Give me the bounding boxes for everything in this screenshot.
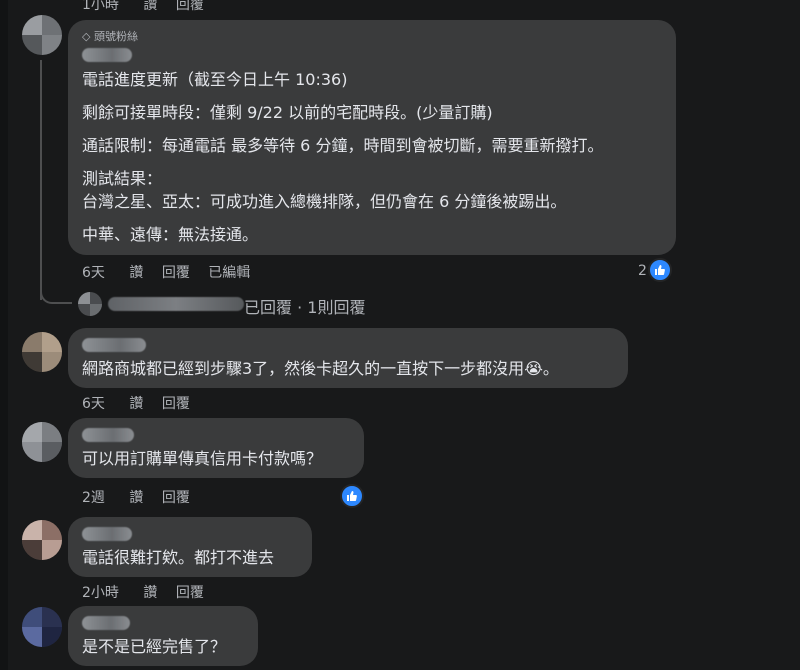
reply-button[interactable]: 回覆 (176, 0, 204, 13)
thumbs-up-icon[interactable] (340, 484, 364, 508)
like-button[interactable]: 讚 (129, 265, 143, 281)
left-edge-panel (0, 0, 8, 670)
comment-text: 可以用訂購單傳真信用卡付款嗎？ (82, 449, 323, 468)
comment-bubble: 是不是已經完售了？ (68, 606, 258, 666)
comment-actions: 6天 讚 回覆 已編輯 (82, 262, 250, 282)
commenter-name[interactable] (82, 48, 132, 62)
avatar[interactable] (22, 607, 62, 647)
avatar[interactable] (22, 332, 62, 372)
time-label: 2週 (82, 490, 105, 506)
commenter-name[interactable] (82, 616, 130, 630)
comment-line: 剩餘可接單時段：僅剩 9/22 以前的宅配時段。(少量訂購) (82, 103, 493, 122)
comment-actions: 2小時 讚 回覆 (82, 582, 204, 602)
avatar[interactable] (22, 422, 62, 462)
commenter-name[interactable] (82, 338, 146, 352)
reply-button[interactable]: 回覆 (162, 490, 190, 506)
like-button[interactable]: 讚 (143, 585, 157, 601)
comment-line: 通話限制：每通電話 最多等待 6 分鐘，時間到會被切斷，需要重新撥打。 (82, 136, 604, 155)
top-fan-badge: ◇ 頭號粉絲 (82, 30, 138, 43)
avatar[interactable] (22, 520, 62, 560)
thread-line-curve (40, 286, 72, 304)
time-label: 6天 (82, 396, 105, 412)
comment-actions: 6天 讚 回覆 (82, 393, 190, 413)
diamond-icon: ◇ (82, 30, 91, 43)
like-button[interactable]: 讚 (129, 396, 143, 412)
comment-text: 網路商城都已經到步驟3了，然後卡超久的一直按下一步都沒用😭。 (82, 359, 559, 378)
reply-button[interactable]: 回覆 (176, 585, 204, 601)
comment-line: 台灣之星、亞太：可成功進入總機排隊，但仍會在 6 分鐘後被踢出。 (82, 192, 567, 211)
thumbs-up-icon[interactable] (648, 258, 672, 282)
avatar[interactable] (78, 292, 102, 316)
commenter-name[interactable] (82, 428, 134, 442)
comment-line: 測試結果： (82, 169, 163, 188)
reply-button[interactable]: 回覆 (162, 396, 190, 412)
time-label: 6天 (82, 265, 105, 281)
comment-bubble: ◇ 頭號粉絲 電話進度更新（截至今日上午 10:36) 剩餘可接單時段：僅剩 9… (68, 20, 676, 255)
comment-actions: 2週 讚 回覆 (82, 487, 190, 507)
commenter-name[interactable] (82, 527, 132, 541)
like-button[interactable]: 讚 (129, 490, 143, 506)
reaction-count[interactable]: 2 (638, 263, 647, 279)
comment-bubble: 網路商城都已經到步驟3了，然後卡超久的一直按下一步都沒用😭。 (68, 328, 628, 388)
comment-line: 中華、遠傳：無法接通。 (82, 225, 259, 244)
comment-text: 是不是已經完售了？ (82, 637, 227, 656)
comment-text: 電話很難打欸。都打不進去 (82, 548, 275, 567)
crying-face-icon: 😭 (524, 359, 543, 378)
avatar[interactable] (22, 15, 62, 55)
comment-line: 電話進度更新（截至今日上午 10:36) (82, 70, 348, 89)
thread-line (40, 60, 42, 300)
view-replies-link[interactable]: 已回覆 · 1則回覆 (244, 294, 365, 318)
time-label: 2小時 (82, 585, 119, 601)
replier-name[interactable] (108, 297, 244, 311)
like-button[interactable]: 讚 (143, 0, 157, 13)
edited-label: 已編輯 (208, 265, 251, 281)
reply-button[interactable]: 回覆 (162, 265, 190, 281)
top-comment-meta: 1小時 讚 回覆 (82, 0, 204, 14)
time-label: 1小時 (82, 0, 119, 13)
comment-bubble: 可以用訂購單傳真信用卡付款嗎？ (68, 418, 364, 478)
comment-bubble: 電話很難打欸。都打不進去 (68, 517, 312, 577)
